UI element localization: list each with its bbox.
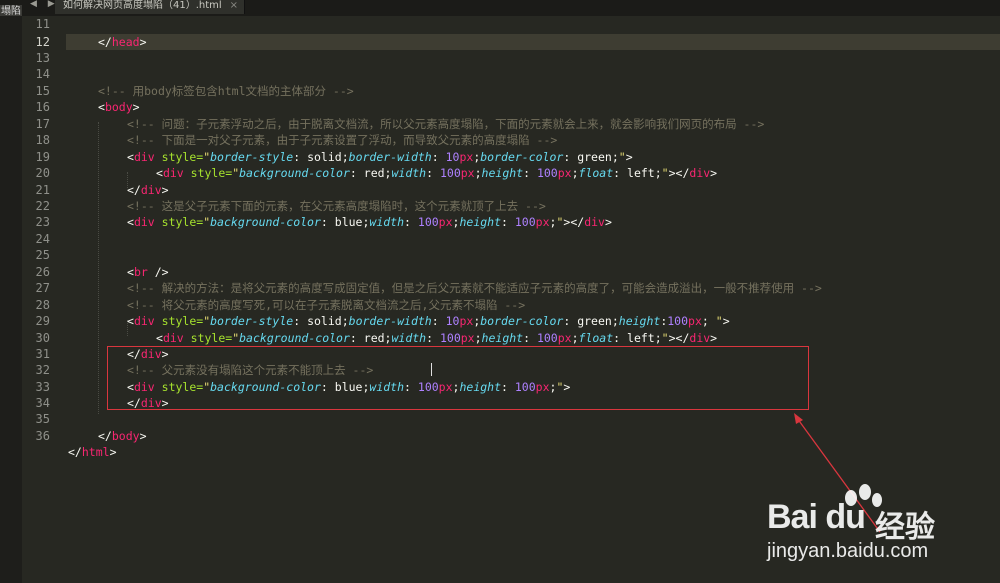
watermark-url: jingyan.baidu.com [767, 540, 929, 562]
arrow-head [794, 413, 803, 424]
watermark-brand: Bai du [767, 498, 866, 536]
baidu-watermark: Bai du 经验 jingyan.baidu.com [765, 478, 995, 578]
